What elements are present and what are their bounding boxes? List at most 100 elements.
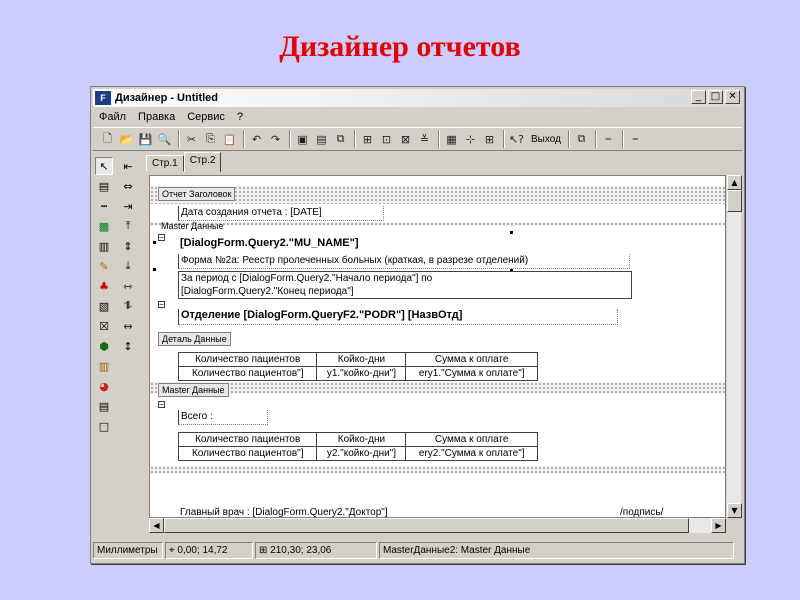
report-canvas[interactable]: Отчет Заголовок Дата создания отчета : [… (149, 175, 726, 518)
table-row: Количество пациентов"] y2."койко-дни"] e… (177, 446, 538, 461)
table-cell[interactable]: Количество пациентов"] (177, 366, 318, 381)
barcode-icon[interactable]: ▥ (95, 357, 113, 375)
field-created-date[interactable]: Дата создания отчета : [DATE] (178, 206, 384, 221)
page-options-icon[interactable]: ≚ (416, 131, 433, 148)
rich-text-icon[interactable]: ▧ (95, 297, 113, 315)
align-center-icon[interactable]: ⇔ (119, 177, 137, 195)
detail-table[interactable]: Количество пациентов Койко-дни Сумма к о… (177, 352, 538, 381)
close-button[interactable]: ✕ (725, 90, 740, 104)
pointer-icon[interactable]: ↖ (95, 157, 113, 175)
vertical-scrollbar[interactable]: ▲ ▼ (726, 175, 742, 518)
band-label-detail[interactable]: Деталь Данные (158, 332, 231, 346)
save-icon[interactable]: 💾 (137, 131, 154, 148)
ole-object-icon[interactable]: ⬢ (95, 337, 113, 355)
expand-icon[interactable]: − (158, 401, 165, 409)
horizontal-scrollbar[interactable]: ◀ ▶ (149, 518, 726, 533)
field-chief-doctor[interactable]: Главный врач : [DialogForm.Query2."Докто… (178, 506, 478, 517)
checkbox-icon[interactable]: ☒ (95, 317, 113, 335)
menu-edit[interactable]: Правка (132, 111, 181, 123)
expand-icon[interactable]: − (158, 234, 165, 242)
band-strip (150, 466, 725, 474)
same-width-icon[interactable]: ↔ (119, 317, 137, 335)
scroll-left-icon[interactable]: ◀ (149, 518, 164, 533)
tab-page-1[interactable]: Стр.1 (146, 155, 184, 172)
align-top-icon[interactable]: ⤒ (119, 217, 137, 235)
table-cell[interactable]: ery1."Сумма к оплате"] (405, 366, 538, 381)
field-form-title[interactable]: Форма №2а: Реестр пролеченных больных (к… (178, 254, 630, 269)
menu-service[interactable]: Сервис (181, 111, 231, 123)
scroll-right-icon[interactable]: ▶ (711, 518, 726, 533)
field-period[interactable]: За период с [DialogForm.Query2."Начало п… (178, 271, 632, 299)
align-right-icon[interactable]: ⇥ (119, 197, 137, 215)
table-row: Количество пациентов"] y1."койко-дни"] e… (177, 366, 538, 381)
space-vertical-icon[interactable]: ⥮ (119, 297, 137, 315)
group-icon[interactable]: ⧉ (332, 131, 349, 148)
chart-icon[interactable]: ◕ (95, 377, 113, 395)
band-label-master-1[interactable]: Master Данные (158, 220, 227, 234)
line-icon[interactable]: ⎯ (600, 131, 617, 148)
scroll-thumb[interactable] (727, 190, 742, 212)
toolbar-separator (178, 130, 180, 148)
grid-icon[interactable]: ▦ (443, 131, 460, 148)
align-grid-icon[interactable]: ⊹ (462, 131, 479, 148)
shapes-icon[interactable]: ♣ (95, 277, 113, 295)
menu-help[interactable]: ? (231, 111, 249, 123)
exit-button[interactable]: Выход (527, 134, 565, 145)
pencil-icon[interactable]: ✎ (95, 257, 113, 275)
master-band-2-strip (150, 382, 725, 394)
same-height-icon[interactable]: ↕ (119, 337, 137, 355)
fit-grid-icon[interactable]: ⊞ (481, 131, 498, 148)
minimize-button[interactable]: _ (691, 90, 706, 104)
expand-icon[interactable]: − (158, 301, 165, 309)
subreport-icon[interactable]: ▥ (95, 237, 113, 255)
paste-icon[interactable]: 📋 (221, 131, 238, 148)
redo-icon[interactable]: ↷ (267, 131, 284, 148)
picture-icon[interactable]: ▩ (95, 217, 113, 235)
help-pointer-icon[interactable]: ↖? (508, 131, 525, 148)
band-label-master-2[interactable]: Master Данные (158, 383, 229, 397)
table-cell[interactable]: y2."койко-дни"] (316, 446, 407, 461)
new-icon[interactable]: 🗋 (99, 131, 116, 148)
undo-icon[interactable]: ↶ (248, 131, 265, 148)
toolbar-separator (503, 130, 505, 148)
field-department[interactable]: Отделение [DialogForm.QueryF2."PODR"] [Н… (178, 309, 618, 325)
scroll-up-icon[interactable]: ▲ (727, 175, 742, 190)
status-object: MasterДанные2: Master Данные (379, 542, 734, 559)
tab-page-2[interactable]: Стр.2 (183, 152, 222, 172)
field-mu-name[interactable]: [DialogForm.Query2."MU_NAME"] (178, 237, 725, 252)
windows-icon[interactable]: ⧉ (573, 131, 590, 148)
bring-front-icon[interactable]: ▣ (294, 131, 311, 148)
add-page-icon[interactable]: ⊞ (359, 131, 376, 148)
send-back-icon[interactable]: ▤ (313, 131, 330, 148)
space-horizontal-icon[interactable]: ⇿ (119, 277, 137, 295)
toolbar-separator (243, 130, 245, 148)
master-band-1-strip (150, 222, 725, 226)
scroll-thumb[interactable] (164, 518, 689, 533)
table-cell[interactable]: Количество пациентов"] (177, 446, 318, 461)
field-signature[interactable]: /подпись/ (618, 506, 688, 517)
frame-icon[interactable]: □ (95, 417, 113, 435)
delete-page-icon[interactable]: ⊠ (397, 131, 414, 148)
copy-icon[interactable]: ⎘ (202, 131, 219, 148)
period-line-2: [DialogForm.Query2."Конец периода"] (181, 286, 354, 297)
align-bottom-icon[interactable]: ⤓ (119, 257, 137, 275)
totals-table[interactable]: Количество пациентов Койко-дни Сумма к о… (177, 432, 538, 461)
maximize-button[interactable]: □ (708, 90, 723, 104)
align-left-icon[interactable]: ⇤ (119, 157, 137, 175)
report-header-band[interactable] (150, 186, 725, 204)
line-style-icon[interactable]: ⎯ (627, 131, 644, 148)
text-object-icon[interactable]: ▤ (95, 177, 113, 195)
open-icon[interactable]: 📂 (118, 131, 135, 148)
page-props-icon[interactable]: ⊡ (378, 131, 395, 148)
preview-icon[interactable]: 🔍 (156, 131, 173, 148)
cut-icon[interactable]: ✂ (183, 131, 200, 148)
menu-file[interactable]: Файл (93, 111, 132, 123)
scroll-down-icon[interactable]: ▼ (727, 503, 742, 518)
band-label-report-header[interactable]: Отчет Заголовок (158, 187, 236, 201)
align-middle-icon[interactable]: ⇕ (119, 237, 137, 255)
memo-icon[interactable]: ▤ (95, 397, 113, 415)
table-cell[interactable]: y1."койко-дни"] (316, 366, 407, 381)
field-total[interactable]: Всего : (178, 410, 268, 425)
table-cell[interactable]: ery2."Сумма к оплате"] (405, 446, 538, 461)
band-icon[interactable]: ┅ (95, 197, 113, 215)
